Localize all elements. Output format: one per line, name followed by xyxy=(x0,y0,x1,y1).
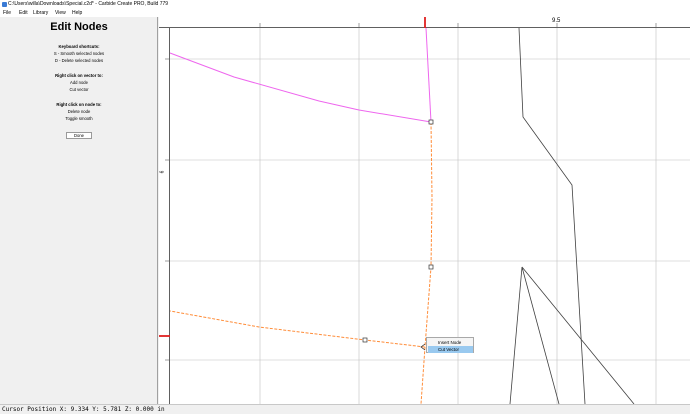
done-button[interactable]: Done xyxy=(66,132,92,139)
window-title: C:\Users\willa\Downloads\Special.c2d* - … xyxy=(8,1,169,7)
design-canvas[interactable]: 9.5 6 xyxy=(159,17,690,404)
smooth-shortcut-text: S - Smooth selected nodes xyxy=(53,51,105,56)
selected-vector-diagonal[interactable] xyxy=(159,308,426,348)
insert-node-menu-item[interactable]: Insert Node xyxy=(428,339,473,346)
app-icon xyxy=(2,2,7,7)
cursor-position-readout: Cursor Position X: 9.334 Y: 5.781 Z: 0.0… xyxy=(2,406,165,413)
panel-title: Edit Nodes xyxy=(50,21,108,33)
node-handle-3[interactable] xyxy=(362,337,368,343)
delete-shortcut-text: D - Delete selected nodes xyxy=(54,58,104,63)
canvas-svg[interactable] xyxy=(159,17,690,404)
keyboard-shortcuts-heading: Keyboard shortcuts: xyxy=(58,44,100,49)
delete-node-text: Delete node xyxy=(67,109,91,114)
ruler-y-ticks xyxy=(159,58,170,361)
node-handle-1[interactable] xyxy=(428,119,434,125)
menu-view[interactable]: View xyxy=(55,9,66,17)
vector-actions-section: Right click on vector to: Add node Cut v… xyxy=(0,72,158,93)
keyboard-shortcuts-section: Keyboard shortcuts: S - Smooth selected … xyxy=(0,43,158,64)
menu-bar: File Edit Library View Help xyxy=(0,9,690,17)
edit-nodes-panel: Edit Nodes Keyboard shortcuts: S - Smoot… xyxy=(0,17,158,404)
toggle-smooth-text: Toggle smooth xyxy=(65,116,93,121)
node-actions-heading: Right click on node to: xyxy=(56,102,102,107)
ruler-horizontal: 9.5 xyxy=(159,17,690,28)
ruler-x-ticks xyxy=(259,17,657,28)
title-bar: C:\Users\willa\Downloads\Special.c2d* - … xyxy=(0,0,690,9)
magenta-vector-vertical[interactable] xyxy=(425,27,432,123)
cut-vector-menu-item[interactable]: Cut Vector xyxy=(428,346,473,353)
gray-vector-lower[interactable] xyxy=(509,266,560,404)
node-actions-section: Right click on node to: Delete node Togg… xyxy=(0,101,158,122)
menu-edit[interactable]: Edit xyxy=(19,9,28,17)
context-menu: Insert Node Cut Vector xyxy=(426,337,474,353)
menu-library[interactable]: Library xyxy=(33,9,48,17)
vector-actions-heading: Right click on vector to: xyxy=(55,73,103,78)
menu-help[interactable]: Help xyxy=(72,9,82,17)
ruler-vertical: 6 xyxy=(159,28,170,404)
menu-file[interactable]: File xyxy=(3,9,11,17)
gray-vector-upper[interactable] xyxy=(518,27,586,404)
add-node-text: Add node xyxy=(70,80,88,85)
status-bar: Cursor Position X: 9.334 Y: 5.781 Z: 0.0… xyxy=(0,404,690,414)
magenta-vector[interactable] xyxy=(169,52,432,123)
cut-vector-text: Cut vector xyxy=(69,87,89,92)
selected-vector-vertical[interactable] xyxy=(420,121,433,404)
node-handle-2[interactable] xyxy=(428,264,434,270)
